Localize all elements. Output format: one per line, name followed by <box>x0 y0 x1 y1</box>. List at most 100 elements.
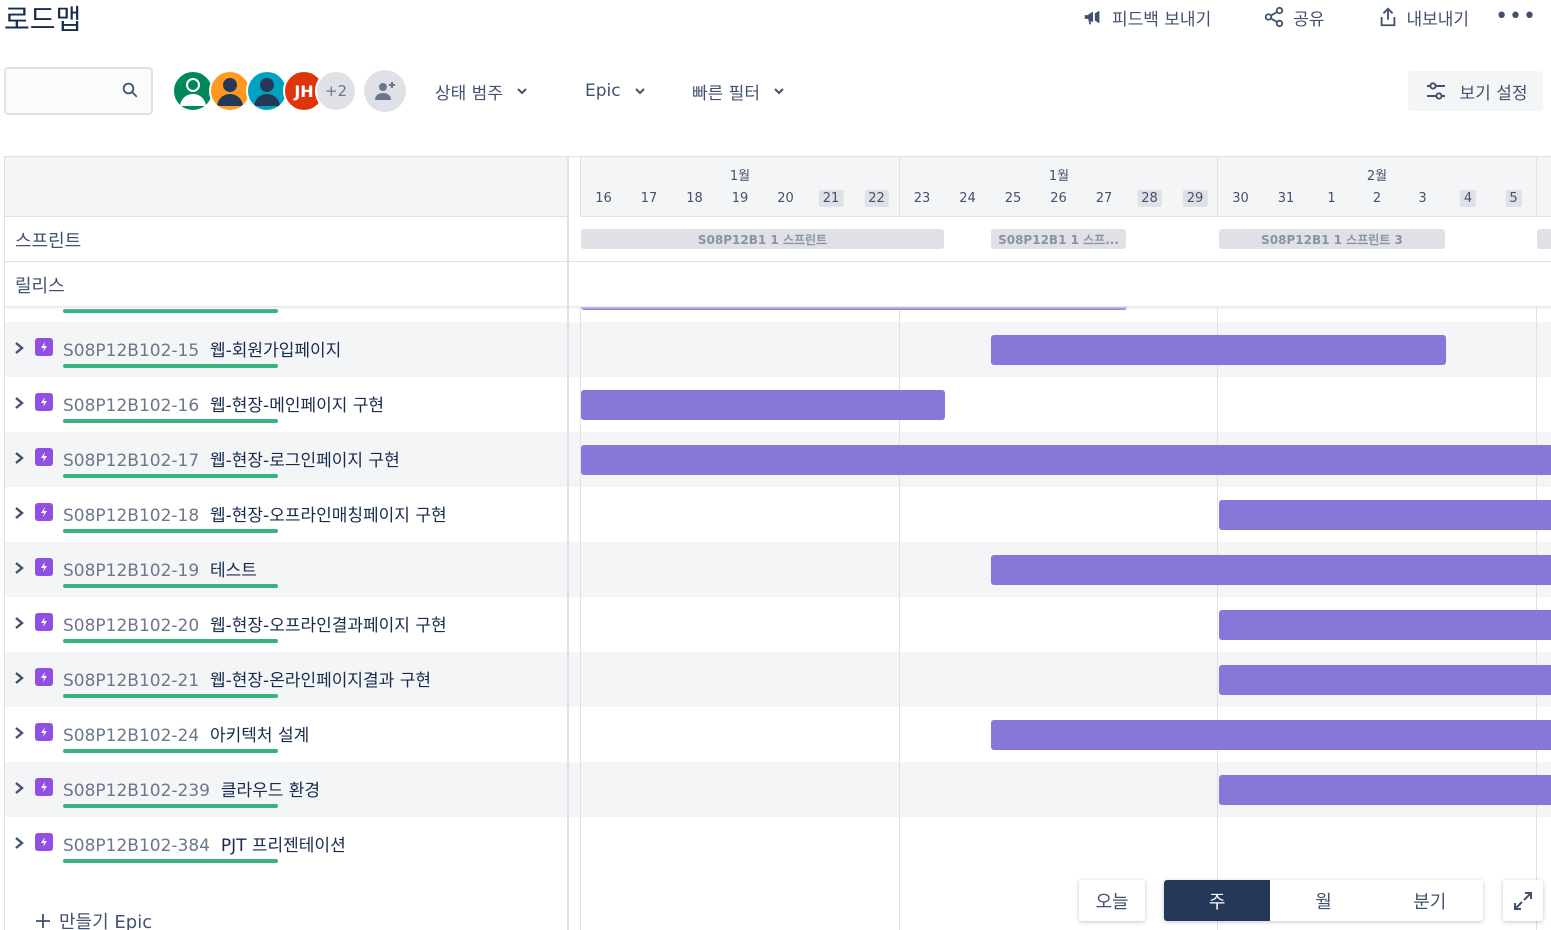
epic-summary[interactable]: S08P12B102-15 웹-회원가입페이지 <box>63 336 341 361</box>
avatar-initials: JH <box>294 81 314 101</box>
epic-key: S08P12B102-15 <box>63 341 200 361</box>
release-row: 릴리스 <box>5 262 1551 307</box>
export-icon <box>1380 7 1395 27</box>
export-button[interactable]: 내보내기 <box>1377 5 1469 30</box>
add-people-button[interactable] <box>364 70 406 112</box>
chevron-right-icon[interactable] <box>13 451 25 465</box>
progress-bar <box>63 749 278 753</box>
epic-title: 웹-회원가입페이지 <box>210 341 342 361</box>
quick-filter[interactable]: 빠른 필터 <box>692 78 786 104</box>
fullscreen-button[interactable] <box>1503 880 1543 921</box>
epic-summary[interactable]: S08P12B102-17 웹-현장-로그인페이지 구현 <box>63 446 400 471</box>
status-category-filter[interactable]: 상태 범주 <box>435 78 529 104</box>
avatar-more-count[interactable]: +2 <box>315 70 357 112</box>
epic-row[interactable]: S08P12B102-20 웹-현장-오프라인결과페이지 구현 <box>5 597 1551 652</box>
zoom-quarter-button[interactable]: 분기 <box>1377 880 1483 921</box>
chevron-right-icon[interactable] <box>13 506 25 520</box>
list-header <box>5 157 568 217</box>
epic-row[interactable]: S08P12B102-18 웹-현장-오프라인매칭페이지 구현 <box>5 487 1551 542</box>
epic-summary[interactable]: S08P12B102-239 클라우드 환경 <box>63 776 320 801</box>
epic-row[interactable]: S08P12B102-15 웹-회원가입페이지 <box>5 322 1551 377</box>
progress-bar <box>63 804 278 808</box>
chevron-right-icon[interactable] <box>13 726 25 740</box>
epic-timeline-bar[interactable] <box>1219 775 1551 805</box>
epic-timeline-bar[interactable] <box>991 335 1446 365</box>
chevron-right-icon[interactable] <box>13 781 25 795</box>
epic-icon <box>35 338 53 356</box>
epic-row[interactable]: S08P12B102-21 웹-현장-온라인페이지결과 구현 <box>5 652 1551 707</box>
epic-icon <box>35 558 53 576</box>
epic-key: S08P12B102-24 <box>63 726 200 746</box>
epic-timeline-bar[interactable] <box>1219 610 1551 640</box>
today-button[interactable]: 오늘 <box>1079 880 1145 921</box>
more-actions-button[interactable]: ••• <box>1495 6 1537 28</box>
sprint-bar[interactable] <box>1537 229 1551 249</box>
day-label: 3 <box>1418 191 1427 206</box>
epic-row[interactable]: S08P12B102-24 아키텍처 설계 <box>5 707 1551 762</box>
epic-timeline-bar[interactable] <box>581 445 1551 475</box>
zoom-selector: 주 월 분기 <box>1164 880 1483 921</box>
avatar[interactable] <box>246 70 288 112</box>
header-shadow <box>5 306 1551 310</box>
share-button[interactable]: 공유 <box>1263 5 1325 30</box>
chevron-right-icon[interactable] <box>13 561 25 575</box>
day-label: 22 <box>864 190 889 207</box>
zoom-month-button[interactable]: 월 <box>1270 880 1376 921</box>
epic-row[interactable]: S08P12B102-239 클라우드 환경 <box>5 762 1551 817</box>
epic-summary[interactable]: S08P12B102-24 아키텍처 설계 <box>63 721 309 746</box>
progress-bar <box>63 639 278 643</box>
epic-summary[interactable]: S08P12B102-384 PJT 프리젠테이션 <box>63 831 346 856</box>
epic-summary[interactable]: S08P12B102-18 웹-현장-오프라인매칭페이지 구현 <box>63 501 447 526</box>
zoom-week-button[interactable]: 주 <box>1164 880 1271 921</box>
avatar[interactable] <box>209 70 251 112</box>
epic-row[interactable]: S08P12B102-19 테스트 <box>5 542 1551 597</box>
epic-icon <box>35 448 53 466</box>
day-label: 2 <box>1372 191 1382 206</box>
day-label: 16 <box>595 191 612 206</box>
feedback-button[interactable]: 피드백 보내기 <box>1082 5 1211 30</box>
sprint-row: 스프린트 S08P12B1 1 스프린트 S08P12B1 1 스프... S0… <box>5 217 1551 262</box>
sprint-bar[interactable]: S08P12B1 1 스프린트 <box>581 229 944 249</box>
chevron-right-icon[interactable] <box>13 341 25 355</box>
epic-timeline-bar[interactable] <box>991 720 1551 750</box>
epic-timeline-bar[interactable] <box>991 555 1551 585</box>
sprint-bar[interactable]: S08P12B1 1 스프린트 3 <box>1219 229 1445 249</box>
day-label: 25 <box>1004 191 1022 206</box>
epic-summary[interactable]: S08P12B102-16 웹-현장-메인페이지 구현 <box>63 391 384 416</box>
epic-key: S08P12B102-18 <box>63 506 200 526</box>
page-title: 로드맵 <box>4 3 82 36</box>
epic-timeline-bar[interactable] <box>1219 665 1551 695</box>
search-field[interactable] <box>4 67 153 115</box>
day-label: 31 <box>1277 191 1295 206</box>
panel-resize-handle[interactable] <box>567 157 569 930</box>
quick-filter-label: 빠른 필터 <box>692 83 760 104</box>
epic-icon <box>35 503 53 521</box>
epic-row[interactable]: S08P12B102-384 PJT 프리젠테이션 <box>5 817 1551 872</box>
view-settings-button[interactable]: 보기 설정 <box>1408 71 1543 111</box>
epic-summary[interactable]: S08P12B102-20 웹-현장-오프라인결과페이지 구현 <box>63 611 447 636</box>
day-label: 4 <box>1459 190 1477 207</box>
epic-icon <box>35 613 53 631</box>
chevron-right-icon[interactable] <box>13 836 25 850</box>
epic-timeline-bar[interactable] <box>1219 500 1551 530</box>
day-label: 26 <box>1050 191 1067 206</box>
chevron-right-icon[interactable] <box>13 396 25 410</box>
avatar[interactable] <box>172 70 214 112</box>
progress-bar <box>63 419 278 423</box>
month-label: 2월 <box>1366 169 1388 184</box>
chevron-right-icon[interactable] <box>13 616 25 630</box>
create-epic-button[interactable]: 만들기 Epic <box>35 908 152 930</box>
search-input[interactable] <box>6 69 116 113</box>
epic-filter[interactable]: Epic <box>585 78 647 104</box>
epic-row[interactable]: S08P12B102-17 웹-현장-로그인페이지 구현 <box>5 432 1551 487</box>
epic-row[interactable]: S08P12B102-16 웹-현장-메인페이지 구현 <box>5 377 1551 432</box>
epic-summary[interactable]: S08P12B102-19 테스트 <box>63 556 257 581</box>
epic-key: S08P12B102-239 <box>63 781 210 801</box>
epic-summary[interactable]: S08P12B102-21 웹-현장-온라인페이지결과 구현 <box>63 666 431 691</box>
epic-timeline-bar[interactable] <box>581 390 945 420</box>
epic-title: 웹-현장-메인페이지 구현 <box>210 396 385 416</box>
epic-key: S08P12B102-17 <box>63 451 200 471</box>
epic-icon <box>35 393 53 411</box>
chevron-right-icon[interactable] <box>13 671 25 685</box>
sprint-bar[interactable]: S08P12B1 1 스프... <box>991 229 1126 249</box>
